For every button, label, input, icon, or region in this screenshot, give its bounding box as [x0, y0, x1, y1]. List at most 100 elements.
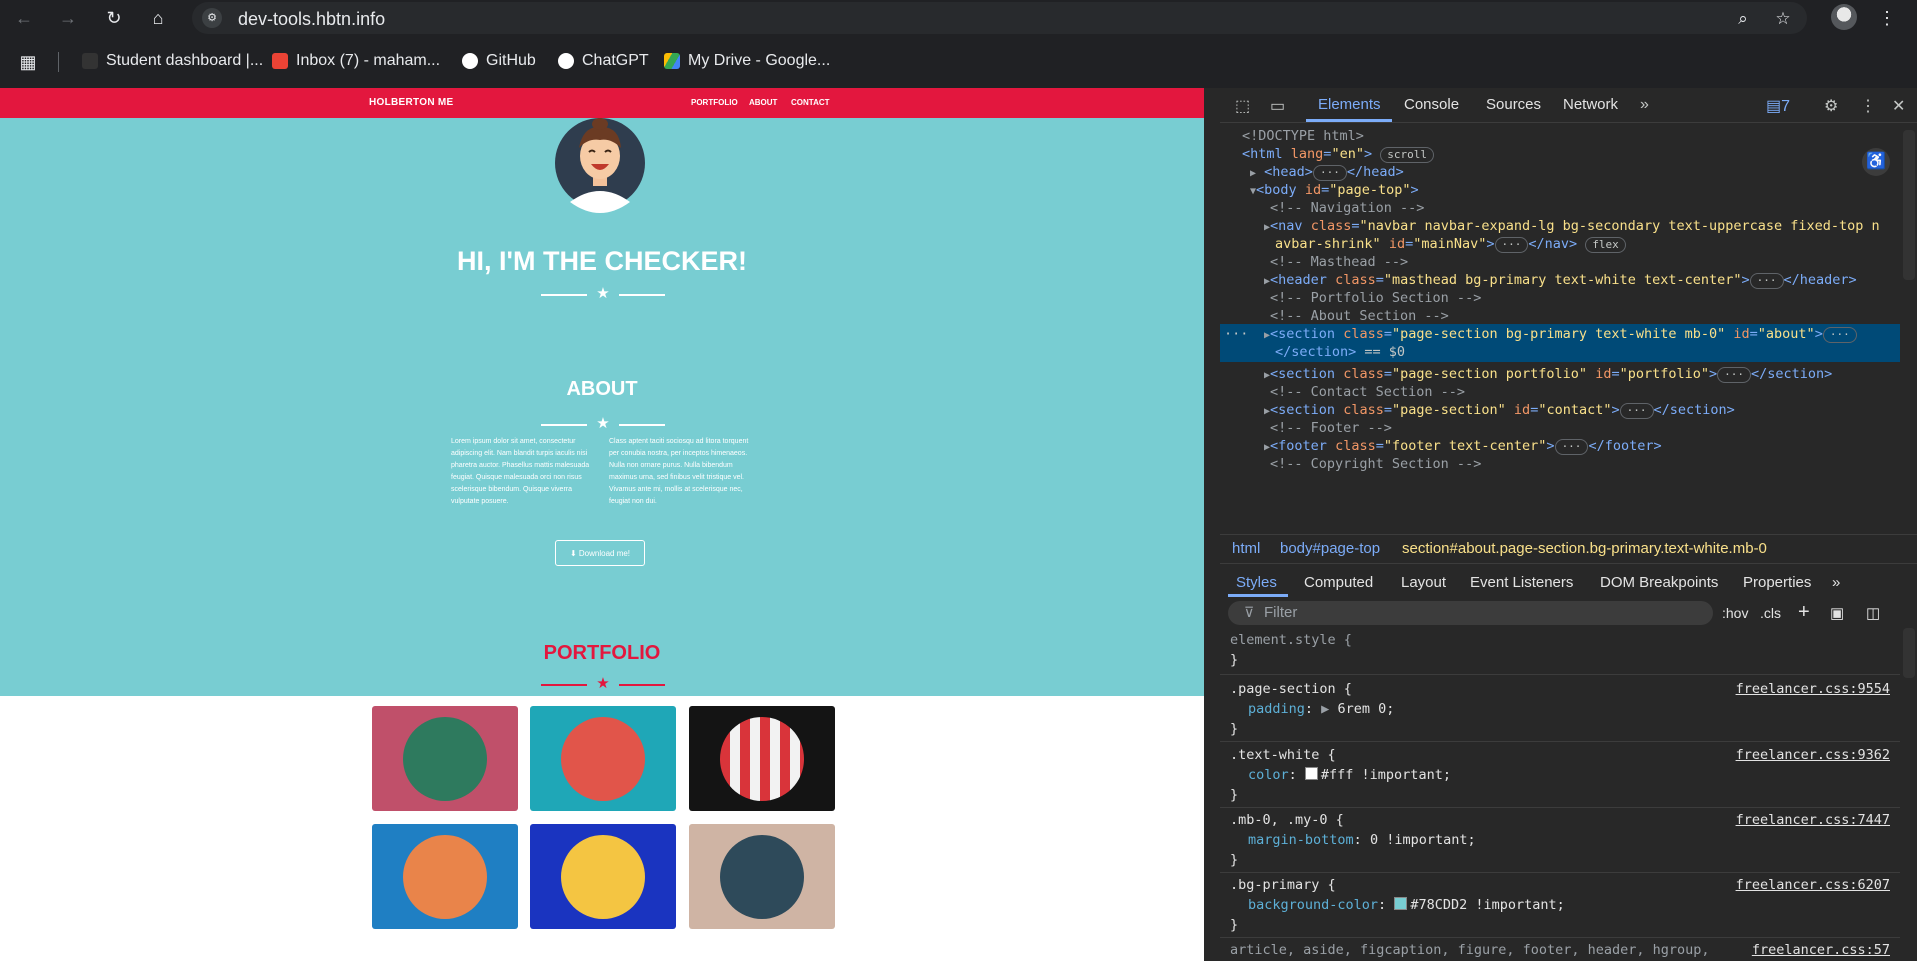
close-icon[interactable]: ✕: [1892, 96, 1905, 116]
tab-console[interactable]: Console: [1404, 96, 1459, 113]
download-button[interactable]: ⬇ Download me!: [555, 540, 645, 566]
paint-icon[interactable]: ▣: [1830, 604, 1844, 622]
rule-page-section[interactable]: .page-section {: [1230, 679, 1352, 699]
bookmark-star-icon[interactable]: ☆: [1772, 8, 1794, 30]
rule-mb-0[interactable]: .mb-0, .my-0 {: [1230, 810, 1344, 830]
tab-event-listeners[interactable]: Event Listeners: [1470, 574, 1573, 591]
rule-source-link[interactable]: freelancer.css:9554: [1736, 679, 1890, 699]
rule-html5-elements[interactable]: article, aside, figcaption, figure, foot…: [1230, 940, 1710, 960]
bookmark-chatgpt[interactable]: ChatGPT: [558, 52, 649, 70]
dom-line-body[interactable]: ▼<body id="page-top">: [1220, 180, 1900, 200]
rule-declaration[interactable]: background-color: #78CDD2 !important;: [1248, 895, 1565, 915]
dom-line-head[interactable]: ▶ <head> ··· </head>: [1220, 162, 1900, 182]
profile-avatar[interactable]: [1831, 4, 1857, 30]
rule-source-link[interactable]: freelancer.css:9362: [1736, 745, 1890, 765]
tab-computed[interactable]: Computed: [1304, 574, 1373, 591]
dom-line-nav[interactable]: ▶<nav class="navbar navbar-expand-lg bg-…: [1220, 216, 1900, 236]
flex-badge[interactable]: flex: [1585, 237, 1626, 253]
dom-line-doctype[interactable]: <!DOCTYPE html>: [1220, 126, 1900, 146]
styles-scrollbar-thumb[interactable]: [1903, 628, 1915, 678]
rule-element-style[interactable]: element.style {: [1230, 630, 1352, 650]
breadcrumb-body[interactable]: body#page-top: [1280, 540, 1380, 557]
menu-icon[interactable]: ⋮: [1875, 6, 1899, 30]
color-swatch[interactable]: [1394, 897, 1408, 910]
reload-icon[interactable]: ↻: [102, 6, 126, 30]
back-arrow-icon[interactable]: ←: [12, 6, 36, 30]
scroll-badge[interactable]: scroll: [1380, 147, 1434, 163]
rule-declaration[interactable]: margin-bottom: 0 !important;: [1248, 830, 1476, 850]
ellipsis-badge[interactable]: ···: [1717, 367, 1752, 383]
inspect-element-icon[interactable]: ⬚: [1235, 96, 1250, 116]
rule-source-link[interactable]: freelancer.css:6207: [1736, 875, 1890, 895]
rule-text-white[interactable]: .text-white {: [1230, 745, 1336, 765]
dom-line-comment-contact[interactable]: <!-- Contact Section -->: [1220, 382, 1900, 402]
dom-line-footer[interactable]: ▶<footer class="footer text-center"> ··· <…: [1220, 436, 1900, 456]
dom-line-html[interactable]: <html lang="en"> scroll: [1220, 144, 1900, 164]
tab-network[interactable]: Network: [1563, 96, 1618, 113]
row-ellipsis-icon[interactable]: ···: [1224, 324, 1248, 344]
more-tabs-icon[interactable]: »: [1640, 96, 1649, 114]
tab-layout[interactable]: Layout: [1401, 574, 1446, 591]
rule-declaration[interactable]: color: #fff !important;: [1248, 765, 1451, 785]
elements-scrollbar-thumb[interactable]: [1903, 130, 1915, 280]
ellipsis-badge[interactable]: ···: [1822, 327, 1857, 343]
bookmark-my-drive[interactable]: My Drive - Google...: [664, 52, 830, 70]
tab-dom-breakpoints[interactable]: DOM Breakpoints: [1600, 574, 1718, 591]
dom-line-comment-portfolio[interactable]: <!-- Portfolio Section -->: [1220, 288, 1900, 308]
breadcrumb-section[interactable]: section#about.page-section.bg-primary.te…: [1402, 540, 1767, 557]
bookmark-student-dashboard[interactable]: Student dashboard |...: [82, 52, 263, 70]
dom-line-section-portfolio[interactable]: ▶<section class="page-section portfolio"…: [1220, 364, 1900, 384]
accessibility-icon[interactable]: ♿: [1862, 148, 1890, 176]
new-rule-icon[interactable]: +: [1798, 601, 1810, 624]
dom-line-header[interactable]: ▶<header class="masthead bg-primary text…: [1220, 270, 1900, 290]
rule-source-link[interactable]: freelancer.css:7447: [1736, 810, 1890, 830]
color-swatch[interactable]: [1304, 767, 1318, 780]
cls-toggle[interactable]: .cls: [1760, 605, 1781, 621]
dom-line-comment-nav[interactable]: <!-- Navigation -->: [1220, 198, 1900, 218]
portfolio-item-game[interactable]: [372, 824, 518, 929]
dom-line-nav-wrap[interactable]: avbar-shrink" id="mainNav"> ··· </nav> fle…: [1220, 234, 1900, 254]
bookmark-github[interactable]: GitHub: [462, 52, 536, 70]
tab-elements[interactable]: Elements: [1318, 96, 1381, 113]
tab-sources[interactable]: Sources: [1486, 96, 1541, 113]
portfolio-item-cake[interactable]: [530, 706, 676, 811]
portfolio-item-submarine[interactable]: [689, 824, 835, 929]
zoom-icon[interactable]: ⌕: [1732, 8, 1754, 30]
ellipsis-badge[interactable]: ···: [1494, 237, 1529, 253]
site-info-icon[interactable]: ⚙: [202, 8, 222, 28]
address-bar[interactable]: ⚙ dev-tools.hbtn.info ⌕ ☆: [192, 2, 1807, 34]
site-brand[interactable]: HOLBERTON ME: [369, 97, 454, 108]
device-toggle-icon[interactable]: ▭: [1270, 96, 1285, 116]
nav-portfolio[interactable]: PORTFOLIO: [691, 98, 738, 107]
dom-line-comment-masthead[interactable]: <!-- Masthead -->: [1220, 252, 1900, 272]
portfolio-item-safe[interactable]: [530, 824, 676, 929]
nav-about[interactable]: ABOUT: [749, 98, 777, 107]
portfolio-item-circus[interactable]: [689, 706, 835, 811]
dom-line-comment-copyright[interactable]: <!-- Copyright Section -->: [1220, 454, 1900, 474]
ellipsis-badge[interactable]: ···: [1312, 165, 1347, 181]
url-text[interactable]: dev-tools.hbtn.info: [238, 9, 385, 30]
forward-arrow-icon[interactable]: →: [56, 6, 80, 30]
rule-bg-primary[interactable]: .bg-primary {: [1230, 875, 1336, 895]
apps-grid-icon[interactable]: ▦: [16, 50, 40, 74]
ellipsis-badge[interactable]: ···: [1554, 439, 1589, 455]
issues-counter[interactable]: ▤7: [1766, 96, 1790, 116]
home-icon[interactable]: ⌂: [146, 6, 170, 30]
rule-source-link[interactable]: freelancer.css:57: [1752, 940, 1890, 960]
dom-line-comment-footer[interactable]: <!-- Footer -->: [1220, 418, 1900, 438]
nav-contact[interactable]: CONTACT: [791, 98, 830, 107]
hov-toggle[interactable]: :hov: [1722, 605, 1748, 621]
sidebar-toggle-icon[interactable]: ◫: [1866, 604, 1880, 622]
rule-declaration[interactable]: padding: ▶ 6rem 0;: [1248, 699, 1394, 719]
tab-properties[interactable]: Properties: [1743, 574, 1811, 591]
settings-gear-icon[interactable]: ⚙: [1824, 96, 1838, 116]
ellipsis-badge[interactable]: ···: [1619, 403, 1654, 419]
devtools-menu-icon[interactable]: ⋮: [1860, 96, 1876, 116]
ellipsis-badge[interactable]: ···: [1749, 273, 1784, 289]
styles-filter-input[interactable]: [1228, 601, 1713, 625]
breadcrumb-html[interactable]: html: [1232, 540, 1260, 557]
tab-styles[interactable]: Styles: [1236, 574, 1277, 591]
portfolio-item-cabin[interactable]: [372, 706, 518, 811]
bookmark-inbox[interactable]: Inbox (7) - maham...: [272, 52, 440, 70]
dom-line-selected-section[interactable]: ··· ▶<section class="page-section bg-pri…: [1220, 324, 1900, 362]
